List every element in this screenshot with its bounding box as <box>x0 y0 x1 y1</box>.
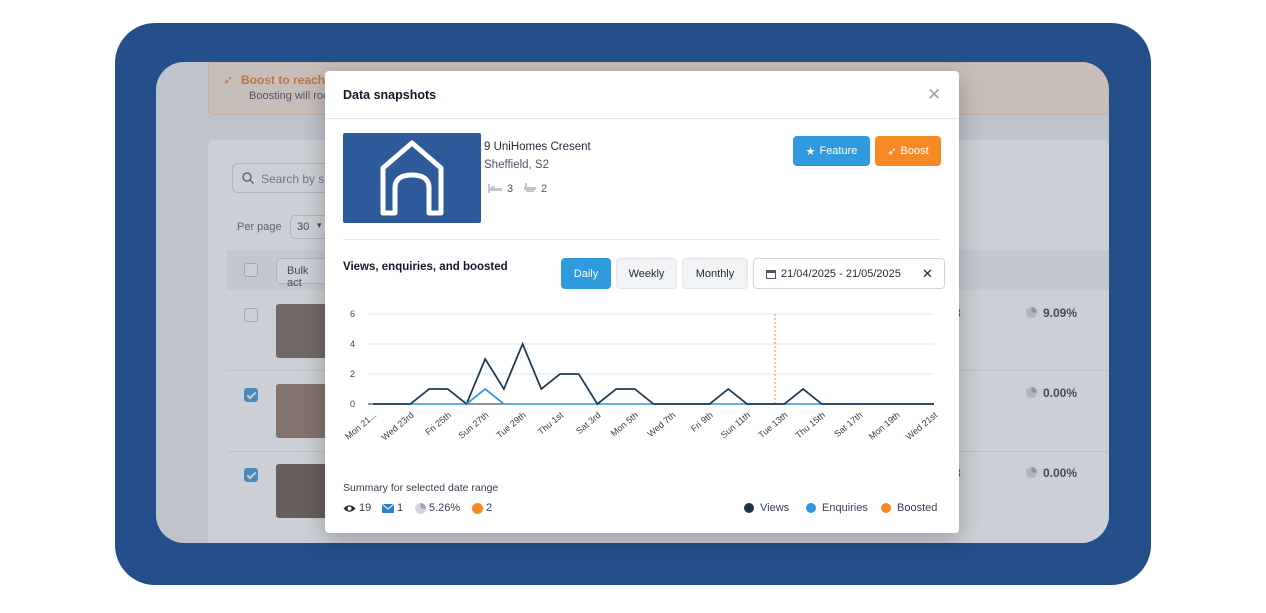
x-tick-label: Mon 5th <box>609 410 640 439</box>
tab-daily[interactable]: Daily <box>561 258 611 289</box>
clear-date-icon[interactable]: ✕ <box>922 266 933 282</box>
tab-weekly[interactable]: Weekly <box>616 258 677 289</box>
property-image <box>343 133 481 223</box>
y-tick-label: 2 <box>350 369 355 379</box>
x-tick-label: Tue 13th <box>756 410 789 440</box>
boost-button[interactable]: ➶ Boost <box>875 136 941 166</box>
boosted-stat: 2 <box>472 502 492 514</box>
divider <box>343 239 941 240</box>
feature-button[interactable]: ★ Feature <box>793 136 870 166</box>
close-icon[interactable]: ✕ <box>927 86 941 103</box>
views-chart: 0246Mon 21... Wed 23rd Fri 25th Sun 27th Tue… <box>343 309 940 443</box>
legend-label: Views <box>760 502 790 514</box>
modal-title: Data snapshots <box>343 88 437 102</box>
data-snapshots-modal: Data snapshots ✕ 9 UniHomes Cresent Shef… <box>325 71 959 533</box>
x-tick-label: Thu 15th <box>793 410 827 440</box>
x-tick-label: Wed 7th <box>646 410 678 439</box>
conversion-rate: 5.26% <box>429 502 461 514</box>
x-tick-label: Thu 1st <box>536 410 566 437</box>
boost-label: Boost <box>900 145 929 157</box>
y-tick-label: 4 <box>350 339 355 349</box>
rocket-icon: ➶ <box>887 145 897 158</box>
x-tick-label: Sat 17th <box>832 410 864 439</box>
x-tick-label: Fri 9th <box>689 410 715 434</box>
bedroom-count: 3 <box>507 183 514 195</box>
x-tick-label: Wed 23rd <box>379 410 415 443</box>
views-stat: 19 <box>343 502 371 514</box>
x-tick-label: Mon 19th <box>867 410 902 442</box>
y-tick-label: 0 <box>350 399 355 409</box>
property-address: 9 UniHomes Cresent <box>484 141 591 153</box>
chart-title: Views, enquiries, and boosted <box>343 261 508 273</box>
legend-dot <box>806 503 816 513</box>
pie-icon <box>415 502 426 514</box>
x-tick-label: Fri 25th <box>423 410 453 437</box>
star-icon: ★ <box>805 145 816 158</box>
date-range-picker[interactable]: 21/04/2025 - 21/05/2025 ✕ <box>753 258 945 289</box>
rocket-badge-icon <box>472 502 483 514</box>
x-tick-label: Mon 21... <box>343 410 378 442</box>
feature-label: Feature <box>819 145 858 157</box>
x-tick-label: Wed 21st <box>904 410 940 442</box>
date-range-value: 21/04/2025 - 21/05/2025 <box>781 268 901 280</box>
enquiries-stat: 1 <box>382 502 403 514</box>
y-tick-label: 6 <box>350 309 355 319</box>
legend-boosted: Boosted <box>881 502 937 514</box>
boosted-total: 2 <box>486 502 493 514</box>
enquiries-total: 1 <box>397 502 404 514</box>
views-total: 19 <box>359 502 372 514</box>
legend-views: Views <box>744 502 789 514</box>
summary-label: Summary for selected date range <box>343 482 499 494</box>
legend-dot <box>744 503 754 513</box>
bath-icon <box>524 183 536 192</box>
home-logo-icon <box>380 140 444 216</box>
envelope-icon <box>382 503 394 513</box>
tab-monthly[interactable]: Monthly <box>682 258 748 289</box>
x-tick-label: Sun 27th <box>456 410 490 441</box>
legend-label: Boosted <box>897 502 938 514</box>
eye-icon <box>343 504 356 512</box>
conversion-stat: 5.26% <box>415 502 460 514</box>
bed-icon <box>488 184 502 193</box>
bathroom-count: 2 <box>541 183 548 195</box>
property-city: Sheffield, S2 <box>484 159 550 171</box>
legend-label: Enquiries <box>822 502 868 514</box>
divider <box>325 118 959 119</box>
calendar-icon <box>766 270 776 279</box>
legend-enquiries: Enquiries <box>806 502 868 514</box>
x-tick-label: Sun 11th <box>719 410 753 440</box>
x-tick-label: Sat 3rd <box>574 410 603 436</box>
x-tick-label: Tue 29th <box>494 410 527 440</box>
legend-dot <box>881 503 891 513</box>
